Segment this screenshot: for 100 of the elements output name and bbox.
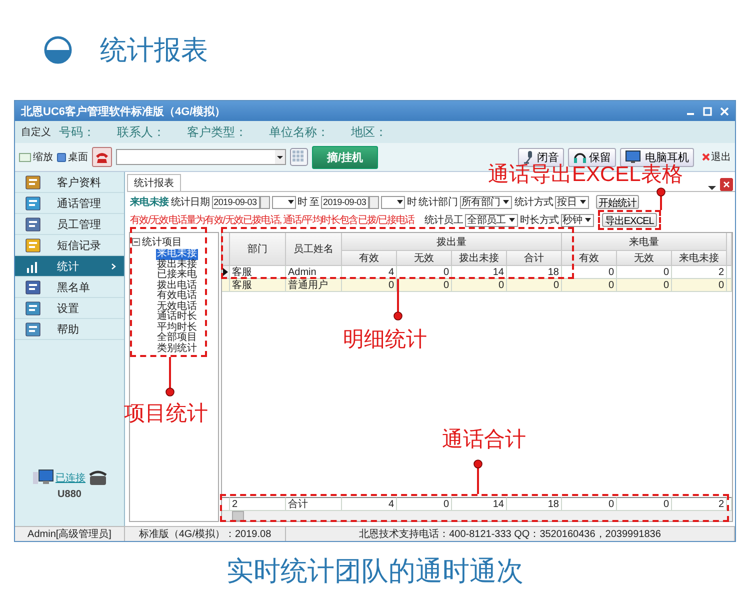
department-select[interactable]: 所有部门 <box>460 196 512 208</box>
calendar-toggle[interactable] <box>260 196 270 208</box>
exit-link[interactable]: 退出 <box>711 150 731 164</box>
field-label: 统计部门 <box>418 196 458 209</box>
table-cell: 0 <box>562 279 617 292</box>
sidebar-item[interactable]: 设置 <box>15 298 124 319</box>
field-label: 时 <box>407 196 417 209</box>
tree-item[interactable]: 类别统计 <box>156 344 198 354</box>
table-cell: 0 <box>672 279 727 292</box>
column-header[interactable]: 来电未接 <box>672 251 727 266</box>
phone-icon[interactable] <box>92 147 112 167</box>
callout-label: 项目统计 <box>124 401 208 427</box>
field-label[interactable]: 地区： <box>351 124 387 140</box>
tree-item[interactable]: 无效电话 <box>156 302 198 312</box>
dropdown-icon[interactable] <box>708 185 716 191</box>
total-cell: 18 <box>507 497 562 511</box>
dropdown-icon <box>286 199 295 205</box>
scrollbar[interactable] <box>222 511 732 521</box>
table-cell: 客服 <box>230 279 286 292</box>
date-field[interactable]: 2019-09-03 <box>212 196 260 208</box>
collapse-icon[interactable] <box>132 238 140 246</box>
column-header[interactable]: 无效 <box>397 251 452 266</box>
table-cell: 0 <box>507 279 562 292</box>
report-tab[interactable]: 统计报表 <box>127 174 181 191</box>
toolbar-button[interactable]: 保留 <box>568 148 616 166</box>
field-label[interactable]: 单位名称： <box>269 124 329 140</box>
tree-item[interactable]: 拨出未接 <box>156 260 198 270</box>
keypad-icon[interactable] <box>290 148 308 166</box>
desktop-label[interactable]: 桌面 <box>68 150 88 164</box>
sidebar-item[interactable]: 客户资料 <box>15 172 124 193</box>
table-cell: 普通用户 <box>286 279 342 292</box>
table-cell: 0 <box>397 279 452 292</box>
callout-line <box>656 188 666 210</box>
sidebar-item[interactable]: 帮助 <box>15 319 124 340</box>
field-label[interactable]: 号码： <box>59 124 95 140</box>
sidebar-item[interactable]: 员工管理 <box>15 214 124 235</box>
page-title: 统计报表 <box>100 34 208 67</box>
note-text: 有效/无效电话量为有效/无效已拨电话, 通话/平均时长包含已拨/已接电话 <box>130 214 414 227</box>
sidebar-item[interactable]: 黑名单 <box>15 277 124 298</box>
export-button[interactable]: 导出EXCEL <box>602 213 657 227</box>
caption: 实时统计团队的通时通次 <box>226 555 524 588</box>
zoom-label[interactable]: 缩放 <box>33 150 53 164</box>
duration-select[interactable]: 秒钟 <box>560 214 594 226</box>
close-icon[interactable] <box>720 178 733 191</box>
total-cell: 14 <box>452 497 507 511</box>
column-header[interactable]: 合计 <box>507 251 562 266</box>
column-header[interactable]: 员工姓名 <box>286 233 342 266</box>
column-header[interactable]: 拨出未接 <box>452 251 507 266</box>
column-header[interactable]: 有效 <box>342 251 397 266</box>
desk-phone-icon <box>88 469 108 487</box>
tree-item[interactable]: 通话时长 <box>156 312 198 322</box>
tree-item[interactable]: 拨出电话 <box>156 280 198 291</box>
field-label[interactable]: 客户类型： <box>187 124 247 140</box>
dropdown-icon[interactable] <box>275 150 285 164</box>
hour-select[interactable] <box>381 196 406 208</box>
tree-item[interactable]: 已接来电 <box>156 270 198 280</box>
tree-item[interactable]: 来电未接 <box>156 249 198 260</box>
header-filler <box>727 233 732 266</box>
sidebar-item[interactable]: 统计 <box>15 256 124 277</box>
dial-button[interactable]: 摘/挂机 <box>312 146 378 168</box>
dropdown-icon <box>396 199 404 205</box>
tree-item[interactable]: 统计项目 <box>142 235 182 249</box>
sidebar-item[interactable]: 通话管理 <box>15 193 124 214</box>
chevron-icon <box>111 262 116 270</box>
total-label: 合计 <box>286 497 342 511</box>
number-field[interactable] <box>116 149 286 165</box>
field-label[interactable]: 自定义 <box>21 125 51 139</box>
checkbox-icon[interactable] <box>19 152 31 162</box>
tree-item[interactable]: 有效电话 <box>156 291 198 302</box>
dropdown-icon <box>584 217 592 223</box>
half-circle-icon <box>44 36 72 64</box>
hour-select[interactable] <box>272 196 296 208</box>
callout-label: 通话合计 <box>442 427 526 453</box>
staff-select[interactable]: 全部员工 <box>465 214 518 226</box>
column-header[interactable]: 无效 <box>617 251 672 266</box>
row-header-cell <box>222 497 230 511</box>
field-label: 统计方式 <box>514 196 554 209</box>
tree-item[interactable]: 平均时长 <box>156 322 198 333</box>
method-select[interactable]: 按日 <box>555 196 589 208</box>
calendar-toggle[interactable] <box>369 196 380 208</box>
callout-box <box>598 210 661 230</box>
maximize-icon[interactable] <box>703 106 712 116</box>
column-group-header: 拨出量 <box>342 233 562 251</box>
row-header-cell[interactable] <box>222 279 230 292</box>
field-label[interactable]: 联系人： <box>117 124 165 140</box>
header-corner <box>222 233 230 266</box>
date-field[interactable]: 2019-09-03 <box>321 196 370 208</box>
tree-item[interactable]: 全部项目 <box>156 333 198 344</box>
column-header[interactable]: 部门 <box>230 233 286 266</box>
field-label: 时长方式 <box>520 214 559 227</box>
column-group-header: 来电量 <box>562 233 727 251</box>
dropdown-icon <box>508 217 516 223</box>
report-mode: 来电未接 <box>130 196 169 209</box>
field-label: 统计日期 <box>170 196 210 209</box>
column-header[interactable]: 有效 <box>562 251 617 266</box>
connection-status: 已连接 <box>56 472 86 485</box>
close-icon[interactable] <box>702 153 710 161</box>
total-cell: 0 <box>562 497 617 511</box>
total-cell: 0 <box>617 497 672 511</box>
start-button[interactable]: 开始统计 <box>596 195 640 209</box>
